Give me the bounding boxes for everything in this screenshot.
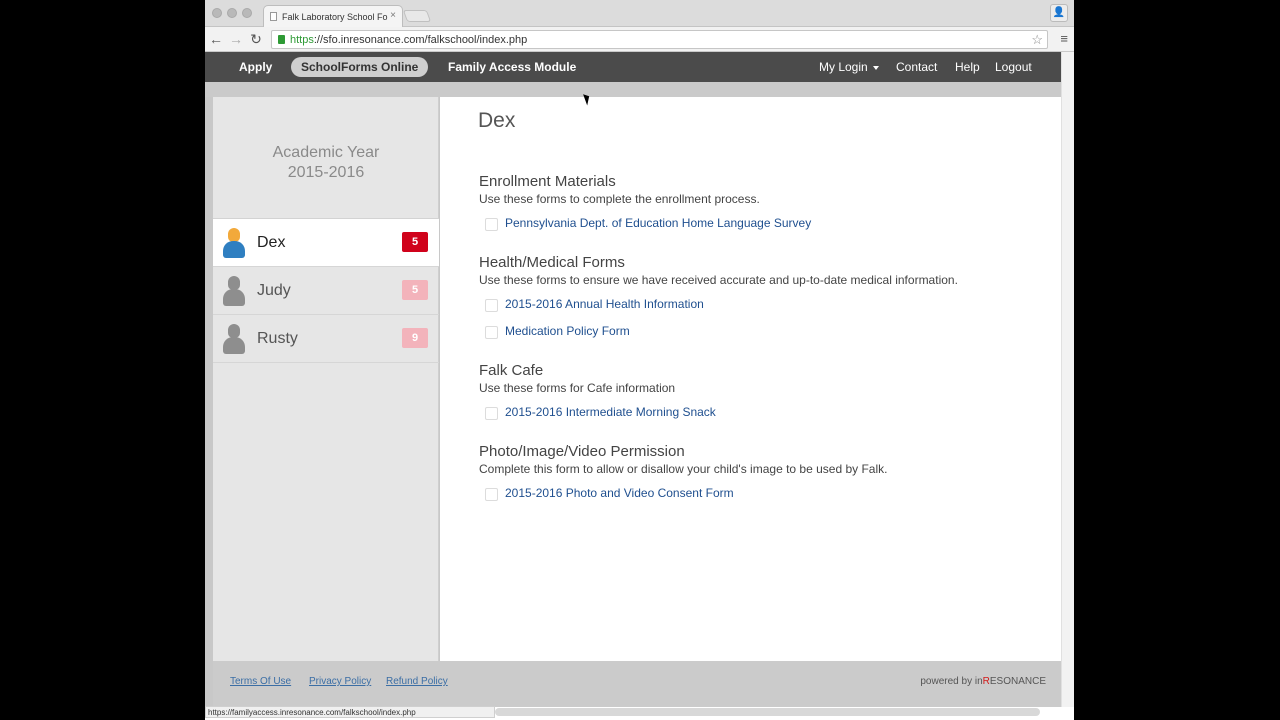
- section-health-medical-forms: Health/Medical Forms Use these forms to …: [479, 254, 1039, 344]
- academic-year: Academic Year 2015-2016: [213, 97, 439, 219]
- powered-brand-r: R: [982, 676, 990, 687]
- form-item: Pennsylvania Dept. of Education Home Lan…: [479, 209, 1039, 236]
- nav-apply[interactable]: Apply: [239, 52, 272, 82]
- terms-of-use-link[interactable]: Terms Of Use: [230, 676, 291, 687]
- zoom-window-icon[interactable]: [242, 8, 252, 18]
- nav-schoolforms-online[interactable]: SchoolForms Online: [291, 57, 429, 77]
- form-link[interactable]: 2015-2016 Annual Health Information: [505, 297, 704, 311]
- close-window-icon[interactable]: [212, 8, 222, 18]
- browser-toolbar: ← → ↻ https://sfo.inresonance.com/falksc…: [205, 27, 1074, 52]
- nav-help[interactable]: Help: [955, 52, 980, 82]
- student-sidebar: Academic Year 2015-2016 Dex 5 Judy 5 Rus…: [213, 97, 439, 661]
- student-item-dex[interactable]: Dex 5: [213, 219, 439, 267]
- section-description: Use these forms to ensure we have receiv…: [479, 273, 958, 287]
- section-falk-cafe: Falk Cafe Use these forms for Cafe infor…: [479, 362, 1039, 425]
- form-checkbox[interactable]: [485, 218, 498, 231]
- form-item: 2015-2016 Photo and Video Consent Form: [479, 479, 1039, 506]
- caret-down-icon: [872, 65, 879, 70]
- powered-prefix: powered by in: [920, 676, 983, 687]
- form-count-badge: 5: [402, 280, 428, 300]
- form-checkbox[interactable]: [485, 488, 498, 501]
- new-tab-button[interactable]: [402, 10, 432, 22]
- page-icon: [270, 12, 277, 21]
- page-title: Dex: [478, 109, 516, 132]
- section-enrollment-materials: Enrollment Materials Use these forms to …: [479, 173, 1039, 236]
- form-item: Medication Policy Form: [479, 317, 1039, 344]
- form-item: 2015-2016 Intermediate Morning Snack: [479, 398, 1039, 425]
- person-icon: [223, 276, 245, 306]
- vertical-scrollbar[interactable]: [1061, 52, 1074, 707]
- form-item: 2015-2016 Annual Health Information: [479, 290, 1039, 317]
- tab-strip: Falk Laboratory School Fo × 👤: [205, 0, 1074, 27]
- section-title: Enrollment Materials: [479, 173, 616, 190]
- person-icon: [223, 324, 245, 354]
- form-count-badge: 5: [402, 232, 428, 252]
- form-count-badge: 9: [402, 328, 428, 348]
- bookmark-star-icon[interactable]: ☆: [1031, 32, 1043, 48]
- my-login-label: My Login: [819, 60, 868, 74]
- section-description: Complete this form to allow or disallow …: [479, 462, 888, 476]
- address-bar[interactable]: https://sfo.inresonance.com/falkschool/i…: [271, 30, 1048, 49]
- horizontal-scrollbar[interactable]: [495, 708, 1040, 716]
- powered-by[interactable]: powered by inRESONANCE: [920, 676, 1046, 687]
- form-checkbox[interactable]: [485, 326, 498, 339]
- form-link[interactable]: Pennsylvania Dept. of Education Home Lan…: [505, 216, 811, 230]
- nav-family-access-module[interactable]: Family Access Module: [448, 52, 576, 82]
- privacy-policy-link[interactable]: Privacy Policy: [309, 676, 371, 687]
- form-link[interactable]: 2015-2016 Intermediate Morning Snack: [505, 405, 716, 419]
- student-name: Judy: [257, 282, 291, 299]
- page-body: Academic Year 2015-2016 Dex 5 Judy 5 Rus…: [205, 97, 1061, 707]
- site-navbar: Apply SchoolForms Online Family Access M…: [205, 52, 1061, 82]
- section-photo-permission: Photo/Image/Video Permission Complete th…: [479, 443, 1039, 506]
- section-description: Use these forms to complete the enrollme…: [479, 192, 760, 206]
- nav-contact[interactable]: Contact: [896, 52, 937, 82]
- forms-panel: Dex Enrollment Materials Use these forms…: [440, 97, 1061, 661]
- form-link[interactable]: Medication Policy Form: [505, 324, 630, 338]
- tab-close-icon[interactable]: ×: [390, 10, 396, 21]
- person-icon: [223, 228, 245, 258]
- form-link[interactable]: 2015-2016 Photo and Video Consent Form: [505, 486, 734, 500]
- tab-title: Falk Laboratory School Fo: [282, 12, 388, 22]
- section-title: Photo/Image/Video Permission: [479, 443, 685, 460]
- section-title: Health/Medical Forms: [479, 254, 625, 271]
- academic-year-label: Academic Year: [272, 144, 380, 161]
- academic-year-value: 2015-2016: [287, 164, 365, 181]
- nav-logout[interactable]: Logout: [995, 52, 1032, 82]
- browser-tab[interactable]: Falk Laboratory School Fo ×: [263, 5, 403, 27]
- browser-window: Falk Laboratory School Fo × 👤 ← → ↻ http…: [205, 0, 1074, 720]
- student-item-rusty[interactable]: Rusty 9: [213, 315, 439, 363]
- status-bar: https://familyaccess.inresonance.com/fal…: [205, 706, 495, 718]
- back-arrow-icon[interactable]: ←: [207, 30, 225, 48]
- refund-policy-link[interactable]: Refund Policy: [386, 676, 448, 687]
- powered-suffix: ESONANCE: [989, 676, 1046, 687]
- student-item-judy[interactable]: Judy 5: [213, 267, 439, 315]
- page-footer: Terms Of Use Privacy Policy Refund Polic…: [213, 661, 1061, 707]
- url-scheme: https: [290, 34, 314, 46]
- nav-my-login[interactable]: My Login: [819, 52, 879, 82]
- form-checkbox[interactable]: [485, 407, 498, 420]
- minimize-window-icon[interactable]: [227, 8, 237, 18]
- lock-icon: [278, 35, 285, 44]
- section-description: Use these forms for Cafe information: [479, 381, 676, 395]
- url-text: ://sfo.inresonance.com/falkschool/index.…: [313, 34, 528, 46]
- forward-arrow-icon[interactable]: →: [227, 30, 245, 48]
- form-checkbox[interactable]: [485, 299, 498, 312]
- browser-menu-icon[interactable]: ≡: [1060, 31, 1068, 46]
- student-name: Rusty: [257, 330, 298, 347]
- section-title: Falk Cafe: [479, 362, 544, 379]
- profile-icon[interactable]: 👤: [1050, 4, 1068, 22]
- reload-icon[interactable]: ↻: [247, 30, 265, 48]
- student-name: Dex: [257, 234, 286, 251]
- header-divider: [205, 82, 1061, 97]
